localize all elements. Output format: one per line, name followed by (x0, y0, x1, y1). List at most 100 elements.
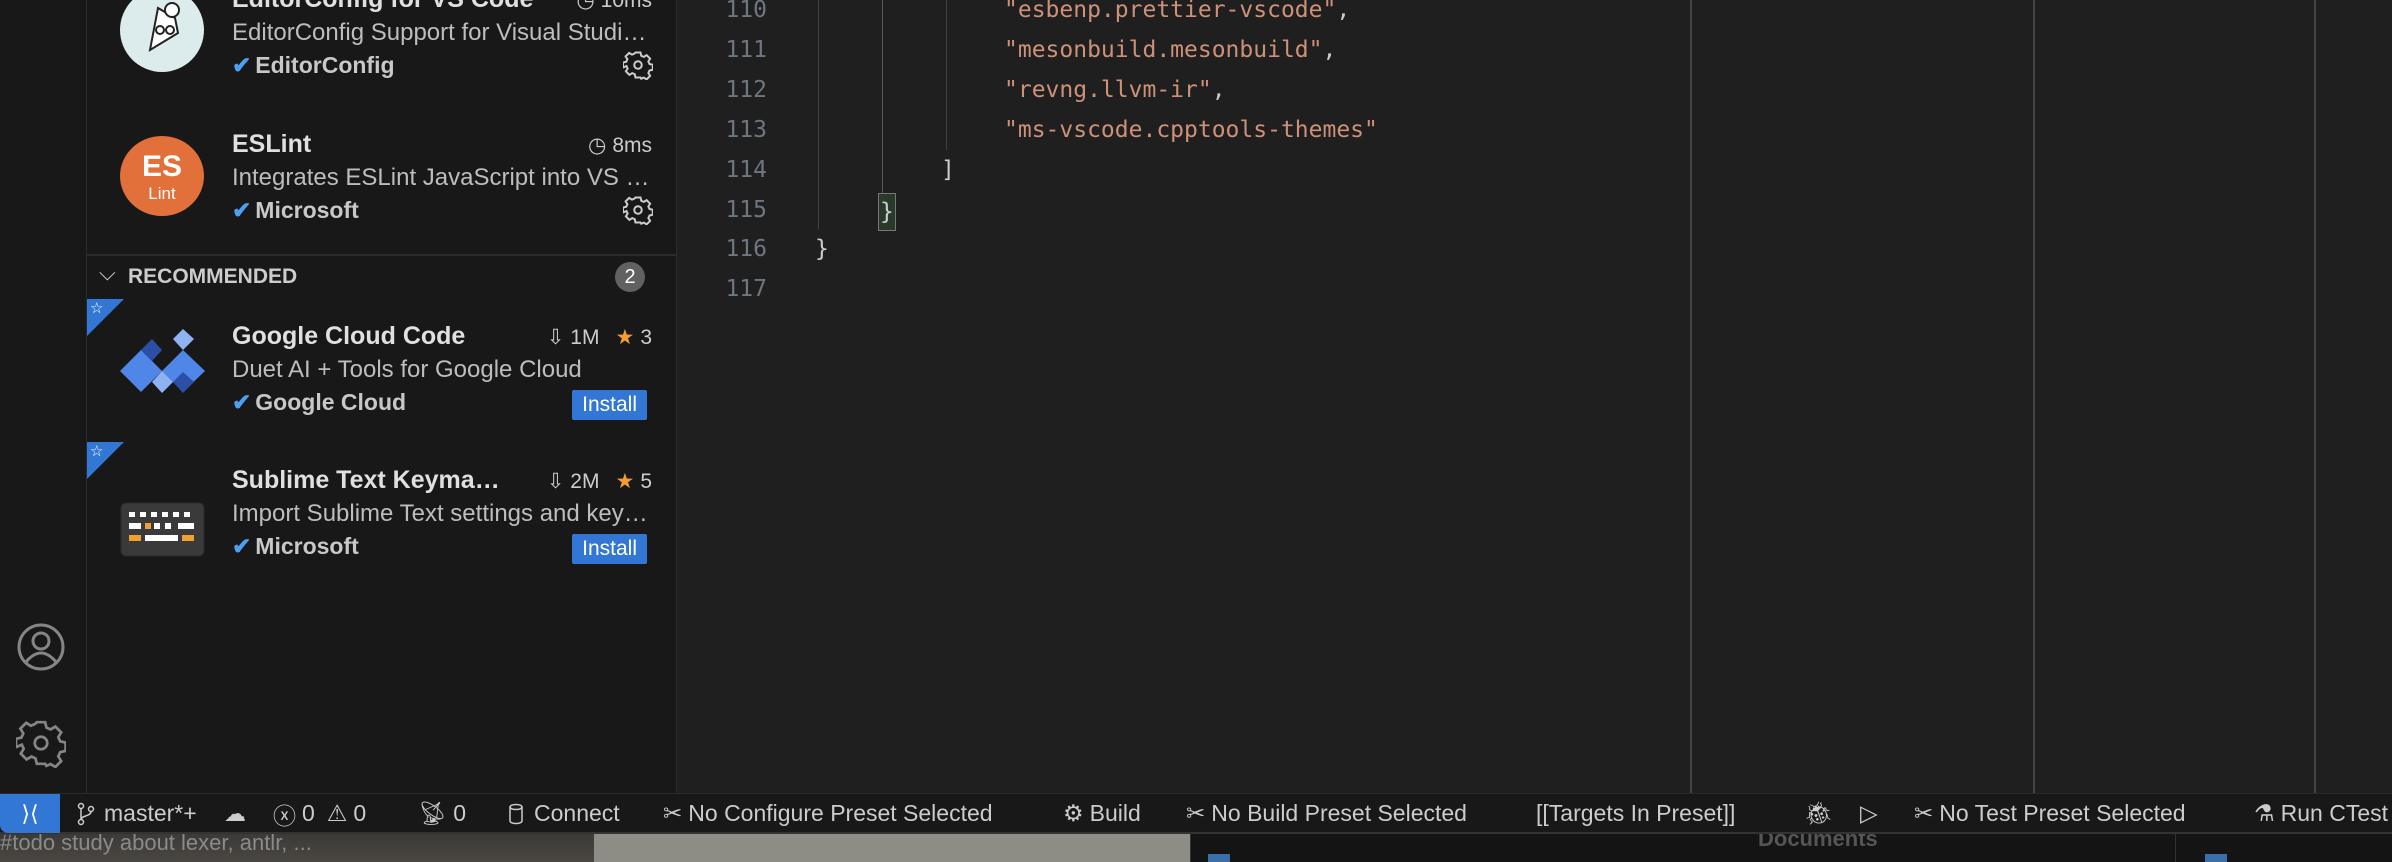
extension-description: Duet AI + Tools for Google Cloud (232, 356, 582, 383)
download-cloud-icon: ⇩ (546, 326, 565, 349)
matched-bracket: } (878, 193, 896, 231)
code-line: ] (941, 157, 955, 183)
broadcast-icon: 📡︎ (418, 800, 448, 826)
ruler-line (2033, 0, 2035, 793)
extension-item-editorconfig[interactable]: EditorConfig for VS Code ◷10ms EditorCon… (87, 0, 676, 110)
bug-icon: 🐞︎ (1804, 800, 1834, 826)
extension-publisher: ✔ EditorConfig (232, 52, 395, 78)
star-icon: ★ (615, 326, 635, 349)
download-cloud-icon: ⇩ (546, 470, 565, 493)
status-bar: ⟩⟨ master*+ ☁ ⓧ 0 ⚠ 0 📡︎ 0 Connect ✂ No Conf… (0, 793, 2392, 834)
line-number: 115 (725, 197, 767, 223)
folder-icon (1208, 854, 1230, 862)
desktop-background: #todo study about lexer, antlr, ... Docu… (0, 834, 2392, 862)
star-outline-icon: ☆ (90, 300, 104, 317)
extension-stats: ⇩ 1M ★ 3 (546, 325, 652, 350)
section-divider (87, 254, 676, 256)
chevron-down-icon: ⌵ (99, 260, 116, 285)
ruler-line (1690, 0, 1692, 793)
folder-title: Documents (1758, 834, 1878, 851)
extension-description: Import Sublime Text settings and keybind… (232, 500, 657, 527)
extension-publisher: ✔ Microsoft (232, 533, 359, 559)
manage-gear-icon[interactable] (16, 718, 66, 768)
extension-item-sublime-keymap[interactable]: ☆ Sublime Text Keymap and Settings Impor… (87, 442, 676, 582)
history-icon: ◷ (587, 134, 607, 157)
install-button[interactable]: Install (572, 390, 647, 420)
extension-description: Integrates ESLint JavaScript into VS Cod… (232, 164, 657, 191)
flask-icon: ⚗ (2254, 800, 2275, 826)
account-icon[interactable] (16, 622, 66, 672)
ports-button[interactable]: 📡︎ 0 (418, 794, 466, 833)
editorconfig-logo-icon (120, 0, 204, 72)
code-line: "mesonbuild.mesonbuild", (1004, 37, 1337, 63)
branch-button[interactable]: master*+ (74, 794, 197, 833)
extension-stats: ⇩ 2M ★ 5 (546, 469, 652, 494)
activation-time: ◷ 10ms (576, 0, 652, 13)
remote-button[interactable]: ⟩⟨ (0, 794, 60, 833)
run-ctest-button[interactable]: ⚗ Run CTest (2254, 794, 2388, 833)
connect-button[interactable]: Connect (504, 794, 620, 833)
section-title: RECOMMENDED (128, 265, 298, 288)
extension-title: ESLint (232, 130, 312, 158)
activation-time: ◷ 8ms (587, 133, 652, 158)
recommended-section-header[interactable]: ⌵ RECOMMENDED 2 (87, 258, 676, 296)
ruler-line (2314, 0, 2316, 793)
build-preset-button[interactable]: ✂ No Build Preset Selected (1186, 794, 1467, 833)
code-line: } (815, 236, 829, 262)
divider (1190, 834, 1191, 862)
remote-icon: ⟩⟨ (21, 800, 39, 826)
targets-button[interactable]: [[Targets In Preset]] (1536, 794, 1735, 833)
finder-window: Documents (1190, 834, 2392, 862)
verified-icon: ✔ (232, 197, 252, 223)
gear-icon: ⚙ (1063, 800, 1084, 826)
indent-guide (946, 0, 947, 150)
line-number: 117 (725, 276, 767, 302)
tools-icon: ✂ (1914, 800, 1934, 826)
extension-item-google-cloud-code[interactable]: ☆ Google Cloud Code ⇩ 1M ★ 3 Duet AI + Tool… (87, 299, 676, 439)
configure-preset-button[interactable]: ✂ No Configure Preset Selected (663, 794, 993, 833)
cloud-upload-icon: ☁ (224, 800, 246, 826)
svg-text:ES: ES (142, 150, 182, 183)
star-outline-icon: ☆ (90, 443, 104, 460)
verified-icon: ✔ (232, 52, 252, 78)
count-badge: 2 (615, 262, 645, 292)
line-number: 111 (725, 37, 767, 63)
extensions-sidebar: EditorConfig for VS Code ◷10ms EditorCon… (87, 0, 677, 793)
extension-description: EditorConfig Support for Visual Studio C… (232, 19, 657, 46)
publish-branch-button[interactable]: ☁ (224, 794, 246, 833)
problems-button[interactable]: ⓧ 0 ⚠ 0 (273, 794, 366, 833)
history-icon: ◷ (576, 0, 595, 12)
folder-icon (2205, 854, 2227, 862)
extension-item-eslint[interactable]: ES Lint ESLint ◷ 8ms Integrates ESLint Jav… (87, 120, 676, 260)
code-editor[interactable]: 110 "esbenp.prettier-vscode", 111 "meson… (677, 0, 2392, 793)
test-preset-button[interactable]: ✂ No Test Preset Selected (1914, 794, 2186, 833)
extension-title: Sublime Text Keymap and Settings Importe… (232, 466, 512, 494)
install-button[interactable]: Install (572, 534, 647, 564)
extension-title: Google Cloud Code (232, 322, 466, 350)
database-icon (509, 803, 523, 824)
verified-icon: ✔ (232, 389, 252, 415)
extension-title: EditorConfig for VS Code (232, 0, 533, 14)
note-text: #todo study about lexer, antlr, ... (0, 834, 312, 855)
code-line: "esbenp.prettier-vscode", (1004, 0, 1351, 23)
activity-bar (0, 0, 87, 793)
extension-publisher: ✔ Google Cloud (232, 389, 407, 415)
line-number: 112 (725, 77, 767, 103)
recommended-star-badge: ☆ (87, 442, 124, 479)
extension-publisher: ✔ Microsoft (232, 197, 359, 223)
debug-button[interactable]: 🐞︎ (1804, 794, 1833, 833)
warning-icon: ⚠ (326, 800, 348, 826)
divider (2175, 834, 2176, 862)
line-number: 116 (725, 236, 767, 262)
run-button[interactable]: ▷ (1860, 794, 1878, 833)
build-button[interactable]: ⚙ Build (1063, 794, 1141, 833)
error-icon: ⓧ (273, 802, 296, 829)
play-icon: ▷ (1860, 800, 1878, 826)
code-line: "ms-vscode.cpptools-themes" (1004, 117, 1378, 143)
indent-guide (818, 0, 819, 229)
manage-gear-icon[interactable] (623, 195, 653, 225)
manage-gear-icon[interactable] (623, 50, 653, 80)
keyboard-logo-icon (120, 502, 205, 557)
background-window: #todo study about lexer, antlr, ... (0, 834, 594, 862)
line-number: 110 (725, 0, 767, 23)
